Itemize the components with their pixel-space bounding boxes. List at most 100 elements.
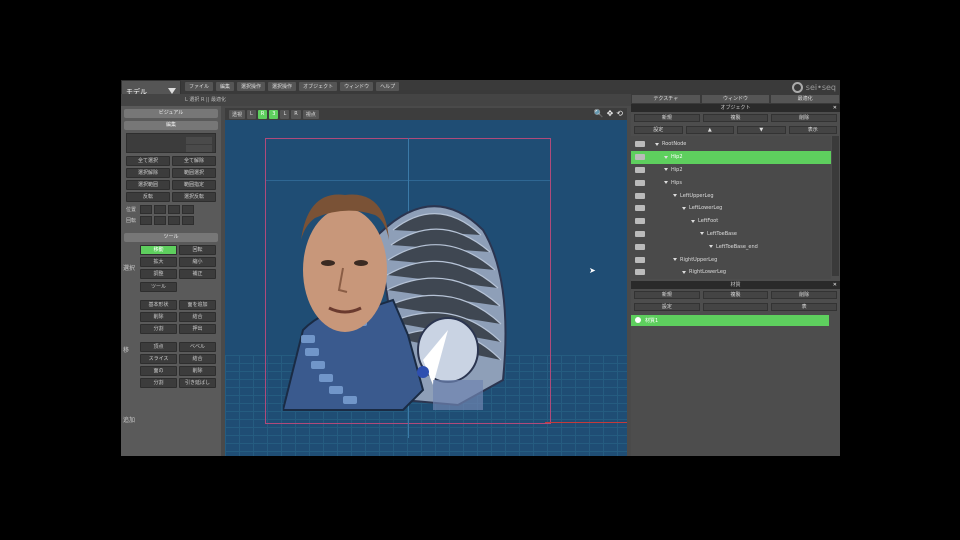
view-button[interactable]: R	[257, 109, 268, 119]
menu-item[interactable]: オブジェクト	[299, 82, 338, 91]
tool-button[interactable]: 選択反転	[172, 192, 216, 202]
expand-icon[interactable]	[655, 142, 659, 146]
tree-scrollbar[interactable]	[832, 136, 839, 276]
expand-icon[interactable]	[709, 245, 713, 249]
tree-node[interactable]: Hip2	[631, 164, 831, 177]
tool-button[interactable]: 補正	[179, 269, 216, 279]
menu-item[interactable]: ヘルプ	[376, 82, 400, 91]
visibility-icon[interactable]	[635, 218, 645, 225]
visibility-icon[interactable]	[635, 230, 645, 237]
right-tab[interactable]: テクスチャ	[632, 95, 700, 103]
expand-icon[interactable]	[673, 194, 677, 198]
tool-button[interactable]: 分割	[140, 378, 177, 388]
tool-button[interactable]: 削除	[140, 312, 177, 322]
visibility-icon[interactable]	[635, 256, 645, 263]
tool-wide-button[interactable]: ツール	[140, 282, 177, 292]
y-field[interactable]	[154, 205, 166, 214]
menu-item[interactable]: ウィンドウ	[340, 82, 374, 91]
tree-node[interactable]: Hips	[631, 176, 831, 189]
mini-button[interactable]	[186, 145, 212, 152]
tool-button[interactable]: 面の	[140, 366, 177, 376]
expand-icon[interactable]	[682, 206, 686, 210]
expand-icon[interactable]	[691, 219, 695, 223]
mini-button[interactable]	[186, 137, 212, 144]
z-field[interactable]	[168, 205, 180, 214]
expand-icon[interactable]	[700, 232, 704, 236]
panel-button[interactable]: ▲	[685, 126, 734, 134]
w-field[interactable]	[182, 205, 194, 214]
view-button[interactable]: L	[280, 109, 290, 119]
tool-button[interactable]: 削除	[179, 366, 216, 376]
close-icon[interactable]: ✕	[833, 104, 837, 112]
tree-node[interactable]: LeftUpperLeg	[631, 189, 831, 202]
tool-button[interactable]: 移動	[140, 245, 177, 255]
tool-button[interactable]: 分割	[140, 324, 177, 334]
tool-button[interactable]: ベベル	[179, 342, 216, 352]
view-button[interactable]: 透視	[229, 109, 246, 119]
visibility-icon[interactable]	[635, 154, 645, 161]
panel-button[interactable]: 削除	[771, 290, 838, 299]
visibility-icon[interactable]	[635, 166, 645, 173]
visibility-icon[interactable]	[635, 243, 645, 250]
panel-button[interactable]: 設定	[634, 302, 700, 311]
panel-button[interactable]	[702, 302, 769, 311]
panel-button[interactable]: 新規	[634, 114, 700, 122]
x-field[interactable]	[140, 216, 152, 225]
tool-button[interactable]: 結合	[179, 354, 216, 364]
view-button[interactable]: 視点	[302, 109, 319, 119]
pan-icon[interactable]: ✥	[607, 109, 614, 118]
tree-node[interactable]: RightLowerLeg	[631, 266, 831, 279]
view-button[interactable]: R	[291, 109, 301, 119]
tool-button[interactable]: 全て選択	[126, 156, 170, 166]
tree-node[interactable]: LeftToeBase_end	[631, 240, 831, 253]
material-item[interactable]: 材質1	[631, 314, 829, 326]
tool-button[interactable]: 範囲指定	[172, 180, 216, 190]
visibility-icon[interactable]	[635, 269, 645, 276]
panel-button[interactable]: 削除	[771, 114, 838, 122]
tool-button[interactable]: 全て解除	[172, 156, 216, 166]
panel-header-tools[interactable]: ツール	[124, 233, 218, 242]
zoom-icon[interactable]: 🔍	[594, 109, 604, 118]
tool-button[interactable]: 反転	[126, 192, 170, 202]
panel-button[interactable]: 複製	[702, 114, 769, 122]
visibility-icon[interactable]	[635, 205, 645, 212]
z-field[interactable]	[168, 216, 180, 225]
tree-node[interactable]: RootNode	[631, 138, 831, 151]
right-tab[interactable]: 最適化	[771, 95, 840, 103]
tree-node[interactable]: LeftFoot	[631, 215, 831, 228]
x-field[interactable]	[140, 205, 152, 214]
tool-button[interactable]: 調整	[140, 269, 177, 279]
tool-button[interactable]: 選択解除	[126, 168, 170, 178]
tool-button[interactable]: 範囲選択	[172, 168, 216, 178]
y-field[interactable]	[154, 216, 166, 225]
panel-button[interactable]: 複製	[702, 290, 769, 299]
visibility-icon[interactable]	[635, 141, 645, 148]
visibility-icon[interactable]	[635, 192, 645, 199]
tree-node[interactable]: LeftLowerLeg	[631, 202, 831, 215]
tool-button[interactable]: 引き延ばし	[179, 378, 216, 388]
rotate-view-icon[interactable]: ⟲	[616, 109, 623, 118]
tool-button[interactable]: 拡大	[140, 257, 177, 267]
expand-icon[interactable]	[682, 270, 686, 274]
panel-header-visual[interactable]: ビジュアル	[124, 109, 218, 118]
tool-button[interactable]: 回転	[179, 245, 216, 255]
panel-button[interactable]: 設定	[634, 126, 683, 134]
panel-button[interactable]: 表示	[788, 126, 837, 134]
3d-character-model[interactable]	[283, 160, 523, 420]
tool-button[interactable]: 面を追加	[179, 300, 216, 310]
tool-button[interactable]: 結合	[179, 312, 216, 322]
panel-button[interactable]: 表	[771, 302, 838, 311]
tree-node[interactable]: RightUpperLeg	[631, 253, 831, 266]
expand-icon[interactable]	[673, 258, 677, 262]
tool-button[interactable]: スライス	[140, 354, 177, 364]
expand-icon[interactable]	[664, 181, 668, 185]
tool-button[interactable]: 押出	[179, 324, 216, 334]
panel-button[interactable]: ▼	[737, 126, 786, 134]
view-button[interactable]: L	[247, 109, 256, 119]
tool-button[interactable]: 頂点	[140, 342, 177, 352]
panel-header-edit[interactable]: 編集	[124, 121, 218, 130]
panel-button[interactable]: 新規	[634, 290, 700, 299]
tree-node[interactable]: LeftToeBase	[631, 228, 831, 241]
close-icon[interactable]: ✕	[833, 281, 837, 289]
tool-button[interactable]: 選択範囲	[126, 180, 170, 190]
